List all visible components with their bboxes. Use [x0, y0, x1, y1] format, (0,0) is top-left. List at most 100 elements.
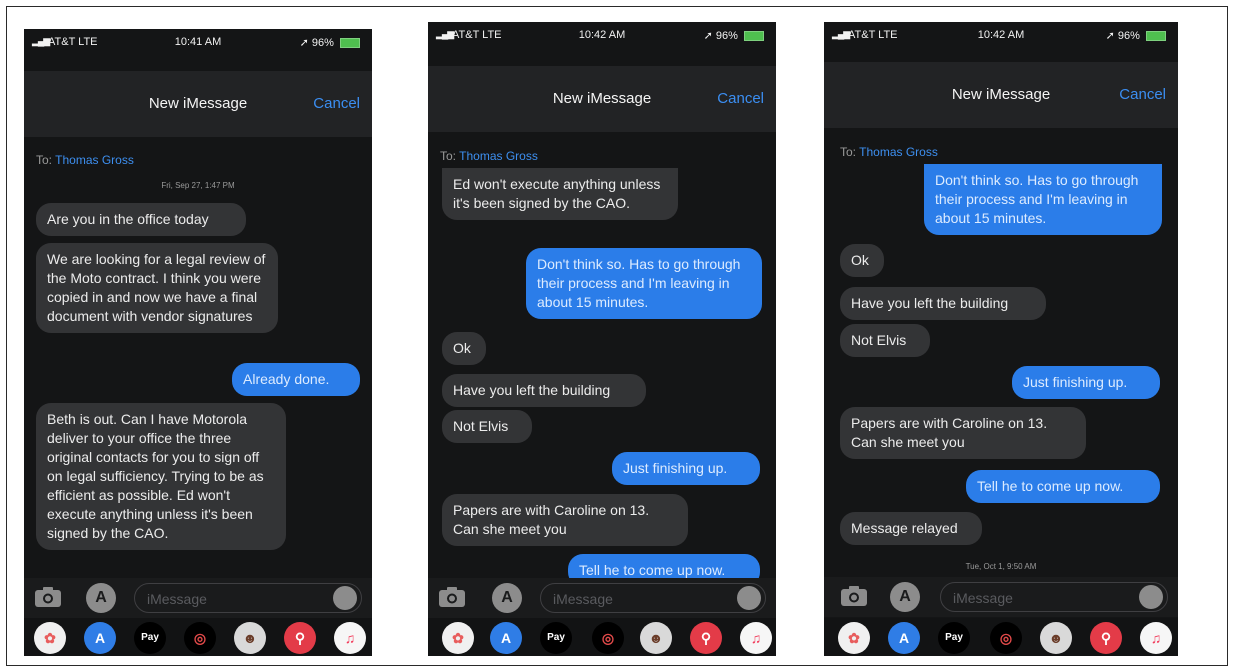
activity-app-icon[interactable]: ◎: [990, 622, 1022, 654]
input-placeholder: iMessage: [147, 591, 207, 607]
app-store-icon[interactable]: A: [86, 583, 116, 613]
message-text: Not Elvis: [851, 332, 907, 348]
message-bubble-received[interactable]: Papers are with Caroline on 13. Can she …: [442, 494, 688, 546]
photos-app-icon[interactable]: ✿: [838, 622, 870, 654]
cancel-button[interactable]: Cancel: [313, 95, 360, 112]
app-store-icon[interactable]: A: [492, 583, 522, 613]
photos-app-icon[interactable]: ✿: [34, 622, 66, 654]
message-input-bar: A iMessage: [24, 578, 372, 618]
audio-message-icon[interactable]: [1139, 585, 1163, 609]
cancel-button[interactable]: Cancel: [717, 90, 764, 107]
phone-screenshot-2: ▂▄▆ AT&T LTE 10:42 AM ➚ 96% New iMessage…: [428, 22, 776, 656]
battery-icon: [744, 31, 764, 42]
message-bubble-sent[interactable]: Tell he to come up now.: [966, 470, 1160, 503]
message-bubble-received[interactable]: Not Elvis: [840, 324, 930, 357]
music-app-icon[interactable]: ♫: [1140, 622, 1172, 654]
message-text: We are looking for a legal review of the…: [47, 251, 266, 324]
message-bubble-received[interactable]: Ed won't execute anything unless it's be…: [442, 168, 678, 220]
music-app-icon[interactable]: ♫: [334, 622, 366, 654]
audio-message-icon[interactable]: [737, 586, 761, 610]
activity-app-icon[interactable]: ◎: [184, 622, 216, 654]
to-label: To:: [440, 149, 457, 163]
recipient-name[interactable]: Thomas Gross: [459, 149, 538, 163]
message-text: Just finishing up.: [1023, 374, 1128, 390]
message-bubble-sent[interactable]: Just finishing up.: [1012, 366, 1160, 399]
message-text: Don't think so. Has to go through their …: [935, 172, 1139, 226]
message-text: Don't think so. Has to go through their …: [537, 256, 741, 310]
location-icon: ➚: [703, 30, 713, 42]
message-text: Already done.: [243, 371, 330, 387]
cancel-button[interactable]: Cancel: [1119, 86, 1166, 103]
imessage-input[interactable]: iMessage: [540, 583, 766, 613]
app-store-app-icon[interactable]: A: [888, 622, 920, 654]
battery-indicator: ➚ 96%: [1106, 29, 1166, 42]
message-input-bar: A iMessage: [824, 577, 1178, 617]
input-placeholder: iMessage: [953, 590, 1013, 606]
memoji-app-icon[interactable]: ☻: [640, 622, 672, 654]
message-bubble-received[interactable]: Have you left the building: [840, 287, 1046, 320]
activity-app-icon[interactable]: ◎: [592, 622, 624, 654]
message-bubble-received[interactable]: Ok: [442, 332, 486, 365]
app-drawer: ✿ A Pay ◎ ☻ ⚲ ♫: [428, 618, 776, 656]
status-bar: ▂▄▆ AT&T LTE 10:41 AM ➚ 96%: [24, 33, 372, 51]
memoji-app-icon[interactable]: ☻: [234, 622, 266, 654]
search-app-icon[interactable]: ⚲: [690, 622, 722, 654]
message-text: Just finishing up.: [623, 460, 728, 476]
message-bubble-received[interactable]: Have you left the building: [442, 374, 646, 407]
message-input-bar: A iMessage: [428, 578, 776, 618]
recipient-field[interactable]: To: Thomas Gross: [440, 149, 538, 163]
app-store-app-icon[interactable]: A: [84, 622, 116, 654]
phone-screenshot-1: ▂▄▆ AT&T LTE 10:41 AM ➚ 96% New iMessage…: [24, 29, 372, 656]
search-app-icon[interactable]: ⚲: [284, 622, 316, 654]
message-bubble-received[interactable]: Beth is out. Can I have Motorola deliver…: [36, 403, 286, 550]
message-bubble-sent[interactable]: Don't think so. Has to go through their …: [526, 248, 762, 319]
message-bubble-sent[interactable]: Already done.: [232, 363, 360, 396]
camera-icon[interactable]: [438, 586, 466, 608]
app-store-icon[interactable]: A: [890, 582, 920, 612]
apple-pay-label: Pay: [945, 632, 963, 643]
message-bubble-received[interactable]: Not Elvis: [442, 410, 532, 443]
battery-indicator: ➚ 96%: [704, 29, 764, 42]
photos-app-icon[interactable]: ✿: [442, 622, 474, 654]
recipient-name[interactable]: Thomas Gross: [859, 145, 938, 159]
message-text: Ok: [453, 340, 471, 356]
message-text: Papers are with Caroline on 13. Can she …: [851, 415, 1048, 450]
memoji-app-icon[interactable]: ☻: [1040, 622, 1072, 654]
message-text: Have you left the building: [851, 295, 1009, 311]
recipient-name[interactable]: Thomas Gross: [55, 153, 134, 167]
music-app-icon[interactable]: ♫: [740, 622, 772, 654]
message-bubble-received[interactable]: Are you in the office today: [36, 203, 246, 236]
message-text: Papers are with Caroline on 13. Can she …: [453, 502, 650, 537]
battery-percent: 96%: [1117, 30, 1140, 42]
message-bubble-sent[interactable]: Don't think so. Has to go through their …: [924, 164, 1162, 235]
message-bubble-received[interactable]: We are looking for a legal review of the…: [36, 243, 278, 333]
message-text: Not Elvis: [453, 418, 509, 434]
message-text: Tell he to come up now.: [977, 478, 1124, 494]
search-app-icon[interactable]: ⚲: [1090, 622, 1122, 654]
message-bubble-sent[interactable]: Just finishing up.: [612, 452, 760, 485]
camera-icon[interactable]: [840, 585, 868, 607]
audio-message-icon[interactable]: [333, 586, 357, 610]
apple-pay-icon[interactable]: Pay: [540, 622, 572, 654]
message-bubble-received[interactable]: Message relayed: [840, 512, 982, 545]
compose-header: New iMessage Cancel: [24, 71, 372, 137]
message-bubble-received[interactable]: Ok: [840, 244, 884, 277]
app-store-app-icon[interactable]: A: [490, 622, 522, 654]
message-bubble-received[interactable]: Papers are with Caroline on 13. Can she …: [840, 407, 1086, 459]
recipient-field[interactable]: To: Thomas Gross: [840, 145, 938, 159]
battery-icon: [340, 38, 360, 49]
message-timestamp: Tue, Oct 1, 9:50 AM: [965, 562, 1037, 571]
camera-icon[interactable]: [34, 586, 62, 608]
recipient-field[interactable]: To: Thomas Gross: [36, 153, 134, 167]
message-text: Message relayed: [851, 520, 958, 536]
compose-header: New iMessage Cancel: [824, 62, 1178, 128]
apple-pay-icon[interactable]: Pay: [938, 622, 970, 654]
app-drawer: ✿ A Pay ◎ ☻ ⚲ ♫: [824, 618, 1178, 656]
apple-pay-label: Pay: [141, 632, 159, 643]
app-drawer: ✿ A Pay ◎ ☻ ⚲ ♫: [24, 618, 372, 656]
imessage-input[interactable]: iMessage: [134, 583, 362, 613]
location-icon: ➚: [299, 37, 309, 49]
imessage-input[interactable]: iMessage: [940, 582, 1168, 612]
apple-pay-icon[interactable]: Pay: [134, 622, 166, 654]
phone-screenshot-3: ▂▄▆ AT&T LTE 10:42 AM ➚ 96% New iMessage…: [824, 22, 1178, 656]
